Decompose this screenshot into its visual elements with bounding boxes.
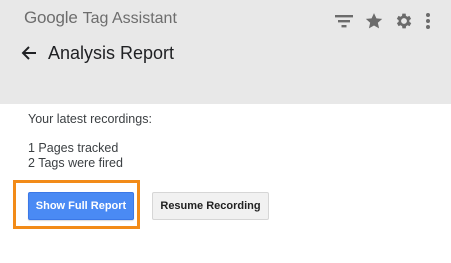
toolbar [333, 10, 433, 32]
page-title: Analysis Report [48, 42, 175, 63]
google-logo: Google [24, 8, 78, 28]
google-wordmark: Google [24, 8, 78, 27]
arrow-back-icon[interactable] [18, 42, 40, 64]
tags-fired-text: 2 Tags were fired [28, 156, 123, 170]
filter-icon[interactable] [333, 10, 355, 32]
app-name: Tag Assistant [82, 10, 177, 27]
gear-icon[interactable] [393, 10, 415, 32]
resume-recording-button[interactable]: Resume Recording [152, 192, 269, 220]
latest-recordings-label: Your latest recordings: [28, 112, 152, 126]
pages-tracked-text: 1 Pages tracked [28, 141, 119, 155]
more-vert-icon[interactable] [423, 10, 433, 32]
show-full-report-button[interactable]: Show Full Report [28, 192, 134, 220]
app-header: Google Tag Assistant Analysis Report [0, 0, 451, 104]
brand: Google Tag Assistant [24, 8, 177, 28]
title-row: Analysis Report [18, 40, 174, 66]
star-icon[interactable] [363, 10, 385, 32]
